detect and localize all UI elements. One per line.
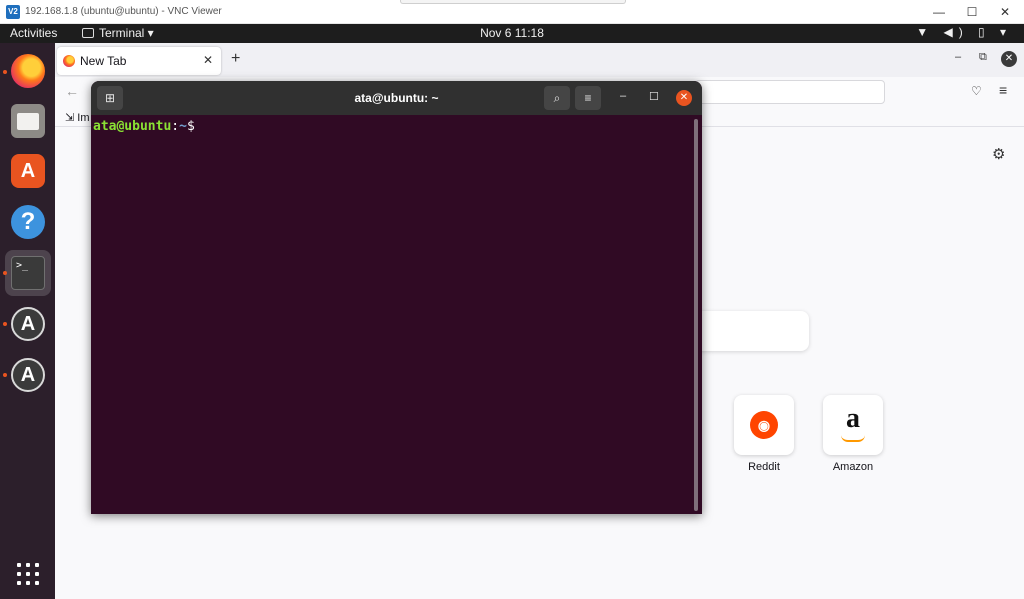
running-indicator bbox=[3, 70, 7, 74]
firefox-close-button[interactable]: ✕ bbox=[1001, 51, 1017, 67]
dock-item-files[interactable] bbox=[5, 98, 51, 144]
vnc-maximize-button[interactable]: ☐ bbox=[955, 3, 989, 21]
store-icon: A bbox=[11, 154, 45, 188]
tab-close-icon[interactable]: ✕ bbox=[203, 53, 213, 67]
terminal-title: ata@ubuntu: ~ bbox=[354, 91, 439, 105]
shortcut-label-amazon: Amazon bbox=[832, 461, 874, 473]
dock-item-ubuntu-software[interactable]: A bbox=[5, 148, 51, 194]
hamburger-menu-icon[interactable]: ≡ bbox=[999, 82, 1007, 98]
terminal-close-button[interactable]: ✕ bbox=[676, 90, 692, 106]
bookmark-import-item[interactable]: ⇲ Im bbox=[65, 111, 90, 124]
tab-new-tab[interactable]: New Tab ✕ bbox=[57, 47, 221, 75]
terminal-search-button[interactable]: ⌕ bbox=[544, 86, 570, 110]
ubuntu-topbar: Nov 6 11:18 Activities Terminal ▾ ▼ ◀) ▯… bbox=[0, 24, 1024, 43]
app-menu-label: Terminal ▾ bbox=[99, 26, 154, 40]
terminal-minimize-button[interactable]: – bbox=[620, 90, 626, 102]
amazon-icon: a bbox=[823, 405, 883, 442]
firefox-icon bbox=[11, 54, 45, 88]
vnc-toolbar-handle[interactable] bbox=[400, 0, 626, 4]
prompt-symbol: $ bbox=[186, 119, 195, 134]
vnc-close-button[interactable]: ✕ bbox=[988, 3, 1022, 21]
running-indicator bbox=[3, 271, 7, 275]
dock-item-terminal[interactable]: >_ bbox=[5, 250, 51, 296]
running-indicator bbox=[3, 322, 7, 326]
running-indicator bbox=[3, 373, 7, 377]
terminal-headerbar[interactable]: ⊞ ata@ubuntu: ~ ⌕ ≡ – ☐ ✕ bbox=[91, 81, 702, 115]
updater-icon: A bbox=[11, 358, 45, 392]
vnc-minimize-button[interactable]: — bbox=[922, 3, 956, 21]
prompt-separator: : bbox=[171, 119, 180, 134]
activities-button[interactable]: Activities bbox=[10, 26, 57, 40]
newtab-settings-icon[interactable]: ⚙ bbox=[992, 145, 1005, 163]
dock: A ? >_ A A bbox=[0, 43, 55, 599]
dock-item-firefox[interactable] bbox=[5, 48, 51, 94]
tab-label: New Tab bbox=[80, 54, 127, 68]
help-icon: ? bbox=[11, 205, 45, 239]
vnc-window-title: 192.168.1.8 (ubuntu@ubuntu) - VNC Viewer bbox=[25, 6, 222, 17]
firefox-favicon-icon bbox=[63, 55, 75, 67]
dock-item-help[interactable]: ? bbox=[5, 199, 51, 245]
prompt-user-host: ata@ubuntu bbox=[93, 119, 172, 134]
back-arrow-icon[interactable]: ← bbox=[65, 83, 79, 99]
prompt-path: ~ bbox=[179, 119, 187, 134]
shortcut-tile-reddit[interactable]: ◉ bbox=[734, 395, 794, 455]
pocket-icon[interactable]: ♡ bbox=[971, 84, 982, 98]
vnc-logo-icon: V2 bbox=[6, 5, 20, 19]
url-bar[interactable] bbox=[695, 80, 885, 104]
shortcut-tile-amazon[interactable]: a bbox=[823, 395, 883, 455]
updater-icon: A bbox=[11, 307, 45, 341]
app-menu[interactable]: Terminal ▾ bbox=[82, 26, 154, 40]
terminal-maximize-button[interactable]: ☐ bbox=[649, 90, 659, 103]
terminal-scrollbar[interactable] bbox=[694, 119, 698, 511]
terminal-menu-button[interactable]: ≡ bbox=[575, 86, 601, 110]
reddit-icon: ◉ bbox=[750, 411, 778, 439]
terminal-prompt[interactable]: ata@ubuntu:~$ bbox=[93, 119, 195, 134]
firefox-tabbar: New Tab ✕ + – ⧉ ✕ bbox=[55, 43, 1024, 77]
system-status-menu[interactable]: ▼ ◀) ▯ ▾ bbox=[916, 25, 1012, 39]
terminal-icon: >_ bbox=[11, 256, 45, 290]
shortcut-label-reddit: Reddit bbox=[748, 461, 780, 473]
terminal-small-icon bbox=[82, 28, 94, 38]
show-applications-icon[interactable] bbox=[17, 563, 39, 585]
terminal-window[interactable]: ⊞ ata@ubuntu: ~ ⌕ ≡ – ☐ ✕ ata@ubuntu:~$ bbox=[91, 81, 702, 514]
firefox-minimize-button[interactable]: – bbox=[955, 51, 961, 63]
dock-item-software-updater-2[interactable]: A bbox=[5, 352, 51, 398]
vnc-titlebar: V2 192.168.1.8 (ubuntu@ubuntu) - VNC Vie… bbox=[0, 0, 1024, 24]
firefox-restore-button[interactable]: ⧉ bbox=[979, 51, 987, 64]
dock-item-software-updater[interactable]: A bbox=[5, 301, 51, 347]
files-icon bbox=[11, 104, 45, 138]
new-tab-button[interactable]: + bbox=[231, 50, 240, 68]
